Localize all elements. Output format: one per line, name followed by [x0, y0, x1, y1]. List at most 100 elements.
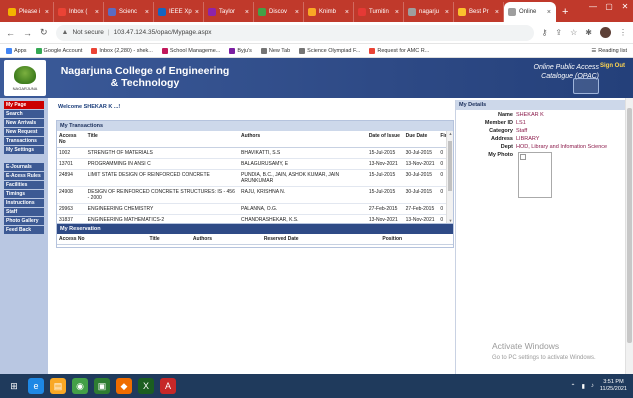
tab-close-icon[interactable]: ×: [445, 9, 449, 16]
table-cell: ENGINEERING CHEMISTRY: [85, 203, 239, 215]
menu-item[interactable]: E-Acess Rules: [4, 172, 44, 180]
menu-kebab-icon[interactable]: ⋮: [619, 28, 627, 37]
key-icon[interactable]: ⚷: [542, 28, 548, 37]
extensions-icon[interactable]: ✱: [585, 28, 592, 37]
table-cell: 15-Jul-2015: [366, 147, 404, 159]
reload-icon[interactable]: ↻: [40, 27, 48, 38]
back-arrow-icon[interactable]: ←: [6, 28, 15, 38]
clock[interactable]: 3:51 PM 11/25/2021: [600, 379, 627, 393]
maps-icon[interactable]: ◆: [116, 378, 132, 394]
browser-tab[interactable]: nagarju ×: [404, 2, 454, 22]
browser-tab[interactable]: Scienc ×: [104, 2, 154, 22]
table-cell: PALANNA, O.G.: [239, 203, 367, 215]
new-tab-button[interactable]: +: [556, 2, 574, 22]
tab-close-icon[interactable]: ×: [395, 9, 399, 16]
menu-item[interactable]: Timings: [4, 190, 44, 198]
bookmark-item[interactable]: Request for AMC R...: [369, 47, 429, 54]
tab-close-icon[interactable]: ×: [345, 9, 349, 16]
bookmark-item[interactable]: Inbox (2,280) - shek...: [91, 47, 153, 54]
profile-avatar[interactable]: [600, 27, 611, 38]
menu-item[interactable]: Facilities: [4, 181, 44, 189]
tab-close-icon[interactable]: ×: [95, 9, 99, 16]
browser-tab[interactable]: Turnitin ×: [354, 2, 404, 22]
star-icon[interactable]: ☆: [570, 28, 577, 37]
internet-explorer-icon[interactable]: e: [28, 378, 44, 394]
table-row[interactable]: 29963 ENGINEERING CHEMISTRY PALANNA, O.G. 2…: [57, 203, 453, 215]
sign-out-link[interactable]: Sign Out: [600, 63, 625, 69]
menu-item[interactable]: Staff: [4, 208, 44, 216]
warning-icon[interactable]: ▲: [62, 29, 69, 36]
close-window-button[interactable]: ✕: [617, 0, 633, 14]
browser-tab[interactable]: IEEE Xp ×: [154, 2, 204, 22]
security-label[interactable]: Not secure: [72, 29, 103, 36]
tab-close-icon[interactable]: ×: [45, 9, 49, 16]
bookmark-item[interactable]: Apps: [6, 47, 27, 54]
transactions-scroll-thumb[interactable]: [448, 141, 452, 191]
bookmark-item[interactable]: Science Olympiad F...: [299, 47, 360, 54]
tab-close-icon[interactable]: ×: [195, 9, 199, 16]
bookmark-item[interactable]: School Manageme...: [161, 47, 221, 54]
network-icon[interactable]: ▮: [582, 383, 585, 390]
menu-item[interactable]: Instructions: [4, 199, 44, 207]
forward-arrow-icon[interactable]: →: [23, 28, 32, 38]
bookmark-item[interactable]: Byju's: [229, 47, 252, 54]
detail-value: LIBRARY: [516, 136, 540, 142]
browser-tab[interactable]: Knimb ×: [304, 2, 354, 22]
scroll-up-icon[interactable]: ▲: [447, 131, 454, 136]
tab-label: Taylor: [219, 9, 236, 15]
tablet-app-icon[interactable]: ▣: [94, 378, 110, 394]
chrome-icon[interactable]: ◉: [72, 378, 88, 394]
tab-label: Inbox (: [69, 9, 88, 15]
excel-icon[interactable]: X: [138, 378, 154, 394]
browser-tab[interactable]: Best Pr ×: [454, 2, 504, 22]
menu-item[interactable]: New Arrivals: [4, 119, 44, 127]
windows-icon[interactable]: ⊞: [6, 378, 22, 394]
table-row[interactable]: 24894 LIMIT STATE DESIGN OF REINFORCED CO…: [57, 169, 453, 187]
tab-close-icon[interactable]: ×: [145, 9, 149, 16]
bookmark-item[interactable]: New Tab: [260, 47, 290, 54]
table-row[interactable]: 1002 STRENGTH OF MATERIALS BHAVIKATTI, S.S…: [57, 147, 453, 159]
detail-row: Category Staff: [456, 128, 625, 134]
menu-item[interactable]: Photo Gallery: [4, 217, 44, 225]
tray-chevron-icon[interactable]: ⌃: [571, 383, 576, 390]
reservation-heading: My Reservation: [57, 224, 453, 234]
menu-item[interactable]: Feed Back: [4, 226, 44, 234]
browser-tab[interactable]: Taylor ×: [204, 2, 254, 22]
tab-close-icon[interactable]: ×: [495, 9, 499, 16]
detail-label: Name: [498, 112, 513, 118]
minimize-button[interactable]: —: [585, 0, 601, 14]
browser-tab[interactable]: Online ×: [504, 2, 556, 22]
tab-close-icon[interactable]: ×: [547, 9, 551, 16]
scroll-down-icon[interactable]: ▼: [447, 218, 454, 223]
transactions-scrollbar[interactable]: ▲ ▼: [446, 131, 453, 223]
menu-item[interactable]: New Request: [4, 128, 44, 136]
maximize-button[interactable]: ▢: [601, 0, 617, 14]
menu-item[interactable]: My Page: [4, 101, 44, 109]
menu-item[interactable]: E-Journals: [4, 163, 44, 171]
table-cell: DESIGN OF REINFORCED CONCRETE STRUCTURES…: [85, 186, 239, 204]
url-text[interactable]: 103.47.124.35/opac/Mypage.aspx: [114, 29, 212, 36]
volume-icon[interactable]: ♪: [591, 383, 594, 389]
table-cell: 15-Jul-2015: [366, 186, 404, 204]
menu-item[interactable]: Search: [4, 110, 44, 118]
page-scrollbar[interactable]: [625, 98, 633, 374]
bookmark-item[interactable]: Google Account: [35, 47, 82, 54]
browser-tab[interactable]: Please i ×: [4, 2, 54, 22]
pdf-icon[interactable]: A: [160, 378, 176, 394]
share-icon[interactable]: ⇪: [555, 28, 562, 37]
table-row[interactable]: 13701 PROGRAMMING IN ANSI C BALAGURUSAMY, …: [57, 158, 453, 170]
reading-list-button[interactable]: ☰ Reading list: [591, 48, 627, 54]
browser-tab[interactable]: Discov ×: [254, 2, 304, 22]
bookmark-favicon-icon: [229, 47, 236, 54]
bookmark-label: School Manageme...: [169, 47, 221, 54]
page-scroll-thumb[interactable]: [627, 108, 632, 343]
browser-tab[interactable]: Inbox ( ×: [54, 2, 104, 22]
table-row[interactable]: 24908 DESIGN OF REINFORCED CONCRETE STRUC…: [57, 186, 453, 204]
tab-close-icon[interactable]: ×: [295, 9, 299, 16]
tab-close-icon[interactable]: ×: [245, 9, 249, 16]
file-explorer-icon[interactable]: ▤: [50, 378, 66, 394]
menu-item[interactable]: Transactions: [4, 137, 44, 145]
url-field[interactable]: ▲ Not secure | 103.47.124.35/opac/Mypage…: [55, 24, 534, 41]
table-cell: RAJU, KRISHNA N.: [239, 186, 367, 204]
menu-item[interactable]: My Settings: [4, 146, 44, 154]
